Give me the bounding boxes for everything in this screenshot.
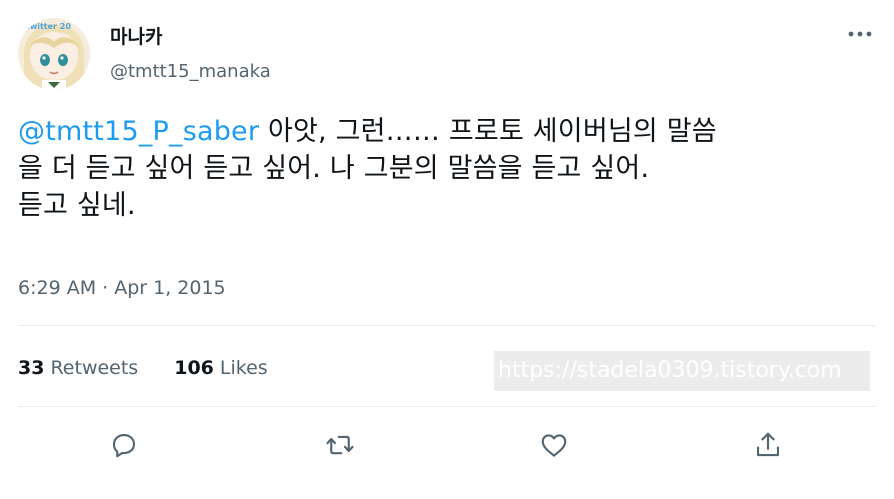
- share-icon: [756, 432, 780, 457]
- more-horizontal-icon: [848, 31, 872, 37]
- retweets-stat[interactable]: 33 Retweets: [18, 355, 138, 381]
- divider: [18, 406, 876, 407]
- retweets-count: 33: [18, 357, 45, 379]
- likes-count: 106: [174, 357, 214, 379]
- avatar-image: twitter 20: [18, 18, 90, 90]
- avatar[interactable]: twitter 20: [18, 18, 90, 90]
- tweet-line-1-text: 아앗, 그런…… 프로토 세이버님의 말씀: [259, 116, 717, 147]
- timestamp[interactable]: 6:29 AM · Apr 1, 2015: [18, 276, 226, 300]
- tweet-text: @tmtt15_P_saber 아앗, 그런…… 프로토 세이버님의 말씀 을 …: [18, 113, 878, 224]
- tweet-line-2: 을 더 듣고 싶어 듣고 싶어. 나 그분의 말씀을 듣고 싶어.: [18, 153, 650, 184]
- retweet-icon: [326, 435, 354, 455]
- engagement-stats: 33 Retweets 106 Likes: [18, 355, 304, 381]
- avatar-badge-text: twitter 20: [26, 22, 71, 31]
- more-button[interactable]: [846, 22, 874, 46]
- watermark: https://stadela0309.tistory.com: [494, 351, 870, 391]
- like-button[interactable]: [536, 427, 572, 463]
- retweets-label: Retweets: [50, 357, 139, 379]
- tweet-line-3: 듣고 싶네.: [18, 190, 136, 221]
- tweet-card: twitter 20 마나카 @tmtt15_manaka @tmtt15_P_…: [0, 0, 894, 499]
- display-name[interactable]: 마나카: [110, 24, 162, 50]
- reply-button[interactable]: [106, 427, 142, 463]
- reply-icon: [112, 433, 136, 458]
- retweet-button[interactable]: [322, 427, 358, 463]
- likes-label: Likes: [219, 357, 268, 379]
- share-button[interactable]: [750, 427, 786, 463]
- handle[interactable]: @tmtt15_manaka: [110, 60, 271, 84]
- divider: [18, 325, 876, 326]
- tweet-line-1: @tmtt15_P_saber 아앗, 그런…… 프로토 세이버님의 말씀: [18, 113, 878, 150]
- mention-link[interactable]: @tmtt15_P_saber: [18, 116, 259, 147]
- likes-stat[interactable]: 106 Likes: [174, 355, 267, 381]
- heart-icon: [541, 434, 567, 457]
